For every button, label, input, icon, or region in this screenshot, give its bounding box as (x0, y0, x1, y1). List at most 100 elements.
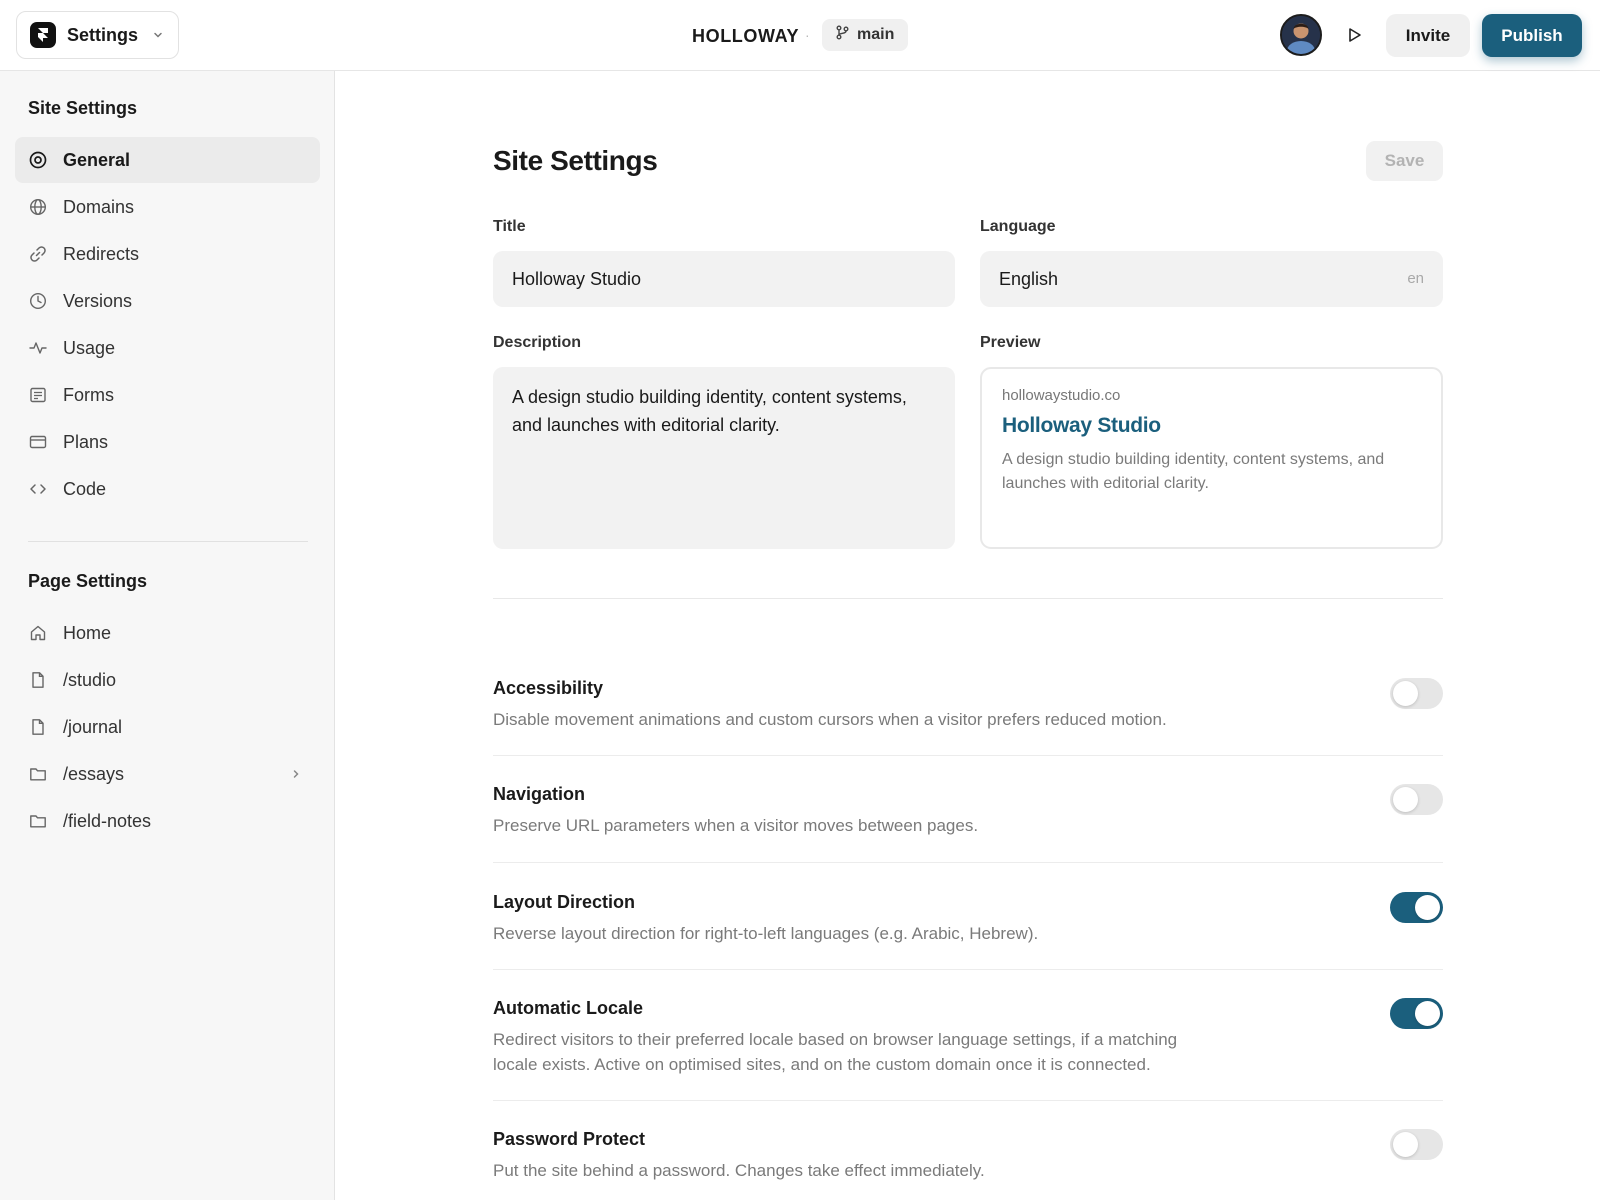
setting-password-protect: Password Protect Put the site behind a p… (493, 1129, 1443, 1183)
link-icon (29, 245, 47, 263)
sidebar-item-journal[interactable]: /journal (15, 704, 320, 750)
description-field-label: Description (493, 334, 582, 351)
language-select-value: English (999, 268, 1059, 289)
page-settings-heading: Page Settings (28, 571, 148, 591)
setting-description: Reverse layout direction for right-to-le… (493, 924, 1039, 943)
form-icon (29, 386, 47, 404)
search-preview-card: hollowaystudio.co Holloway Studio A desi… (980, 367, 1443, 549)
toggle-knob (1393, 1132, 1418, 1157)
language-select[interactable]: English en (980, 251, 1443, 307)
target-icon (29, 151, 47, 169)
row-divider (493, 755, 1443, 756)
sidebar-item-general[interactable]: General (15, 137, 320, 183)
sidebar-item-label: Plans (63, 431, 109, 452)
preview-label: Preview (980, 334, 1041, 351)
preview-url: hollowaystudio.co (1002, 387, 1121, 404)
git-branch-icon (836, 25, 849, 45)
branch-selector[interactable]: main (822, 19, 908, 51)
setting-title: Navigation (493, 784, 586, 804)
password-protect-toggle[interactable] (1390, 1129, 1443, 1160)
credit-card-icon (29, 433, 47, 451)
toggle-knob (1393, 681, 1418, 706)
setting-description: Preserve URL parameters when a visitor m… (493, 816, 979, 835)
sidebar-item-plans[interactable]: Plans (15, 419, 320, 465)
sidebar-item-label: Home (63, 622, 112, 643)
row-divider (493, 969, 1443, 970)
toggle-knob (1415, 1001, 1440, 1026)
project-name: HOLLOWAY (692, 26, 800, 46)
title-field-label: Title (493, 218, 526, 235)
sidebar-item-field-notes[interactable]: /field-notes (15, 798, 320, 844)
user-avatar[interactable] (1280, 14, 1322, 56)
sidebar: Site Settings General Domains Redirects … (0, 71, 335, 1200)
folder-icon (29, 812, 47, 830)
activity-icon (29, 339, 47, 357)
code-icon (29, 480, 47, 498)
title-input[interactable]: Holloway Studio (493, 251, 955, 307)
row-divider (493, 862, 1443, 863)
main-content: Site Settings Save Title Holloway Studio… (336, 71, 1600, 1200)
sidebar-item-label: Versions (63, 290, 133, 311)
file-icon (29, 671, 47, 689)
setting-navigation: Navigation Preserve URL parameters when … (493, 784, 1443, 838)
setting-title: Automatic Locale (493, 998, 644, 1018)
setting-accessibility: Accessibility Disable movement animation… (493, 678, 1443, 732)
site-settings-heading: Site Settings (28, 98, 138, 118)
sidebar-item-redirects[interactable]: Redirects (15, 231, 320, 277)
sidebar-item-home[interactable]: Home (15, 610, 320, 656)
app-logo-icon (30, 22, 56, 48)
publish-button[interactable]: Publish (1482, 14, 1582, 57)
sidebar-item-label: Code (63, 478, 107, 499)
setting-description: Disable movement animations and custom c… (493, 710, 1167, 729)
title-separator: · (805, 27, 810, 43)
sidebar-item-label: /field-notes (63, 810, 152, 831)
sidebar-item-versions[interactable]: Versions (15, 278, 320, 324)
sidebar-item-usage[interactable]: Usage (15, 325, 320, 371)
toggle-knob (1415, 895, 1440, 920)
setting-layout-direction: Layout Direction Reverse layout directio… (493, 892, 1443, 946)
sidebar-item-label: /essays (63, 763, 125, 784)
invite-button[interactable]: Invite (1386, 14, 1470, 57)
section-divider (493, 598, 1443, 599)
layout-direction-toggle[interactable] (1390, 892, 1443, 923)
setting-title: Accessibility (493, 678, 604, 698)
sidebar-item-studio[interactable]: /studio (15, 657, 320, 703)
globe-icon (29, 198, 47, 216)
accessibility-toggle[interactable] (1390, 678, 1443, 709)
home-icon (29, 624, 47, 642)
save-button[interactable]: Save (1366, 141, 1443, 181)
row-divider (493, 1100, 1443, 1101)
chevron-down-icon (152, 29, 164, 41)
preview-title: Holloway Studio (1002, 414, 1161, 437)
sidebar-item-essays[interactable]: /essays (15, 751, 320, 797)
language-field-label: Language (980, 218, 1056, 235)
top-bar: Settings HOLLOWAY · main Invite Publish (0, 0, 1600, 71)
sidebar-item-label: Forms (63, 384, 114, 405)
language-code: en (1407, 270, 1424, 287)
preview-description: A design studio building identity, conte… (1002, 451, 1385, 492)
title-input-value: Holloway Studio (512, 268, 642, 289)
sidebar-item-label: Usage (63, 337, 116, 358)
setting-automatic-locale: Automatic Locale Redirect visitors to th… (493, 998, 1443, 1077)
navigation-toggle[interactable] (1390, 784, 1443, 815)
automatic-locale-toggle[interactable] (1390, 998, 1443, 1029)
preview-play-icon[interactable] (1343, 24, 1365, 46)
chevron-right-icon[interactable] (290, 767, 302, 785)
app-switcher-label: Settings (67, 24, 139, 45)
branch-label: main (857, 26, 895, 43)
sidebar-item-code[interactable]: Code (15, 466, 320, 512)
toggle-knob (1393, 787, 1418, 812)
clock-icon (29, 292, 47, 310)
app-switcher-dropdown[interactable]: Settings (16, 11, 179, 59)
sidebar-item-label: General (63, 149, 131, 170)
sidebar-divider (28, 541, 308, 542)
setting-description: Redirect visitors to their preferred loc… (493, 1030, 1178, 1074)
sidebar-item-domains[interactable]: Domains (15, 184, 320, 230)
sidebar-item-label: /journal (63, 716, 123, 737)
setting-title: Layout Direction (493, 892, 636, 912)
sidebar-item-forms[interactable]: Forms (15, 372, 320, 418)
sidebar-item-label: /studio (63, 669, 117, 690)
description-textarea[interactable]: A design studio building identity, conte… (493, 367, 955, 549)
file-icon (29, 718, 47, 736)
sidebar-item-label: Domains (63, 196, 135, 217)
